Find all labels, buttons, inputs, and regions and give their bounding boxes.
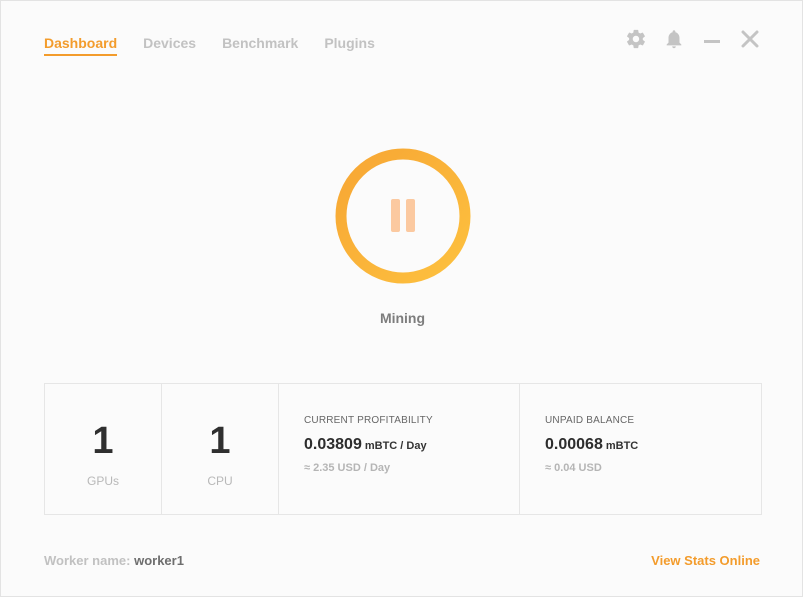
minimize-icon <box>704 40 720 43</box>
profitability-fiat: ≈ 2.35 USD / Day <box>304 462 391 474</box>
mining-status-label: Mining <box>379 310 426 326</box>
cpu-count: 1 <box>209 420 231 462</box>
profitability-unit: mBTC / Day <box>364 440 427 452</box>
worker-name-label: Worker name: <box>44 553 131 568</box>
worker-name-value: worker1 <box>134 553 184 568</box>
mining-ring <box>335 148 471 284</box>
profitability-heading: CURRENT PROFITABILITY <box>304 415 433 426</box>
balance-fiat: ≈ 0.04 USD <box>545 462 602 474</box>
minimize-button[interactable] <box>700 27 724 51</box>
tab-benchmark[interactable]: Benchmark <box>222 35 298 56</box>
window-controls <box>624 27 762 51</box>
cpu-count-card: 1 CPU <box>162 384 279 514</box>
view-stats-online-link[interactable]: View Stats Online <box>651 553 760 568</box>
cpu-label: CPU <box>207 474 233 488</box>
bell-icon <box>666 30 682 49</box>
stats-panel: 1 GPUs 1 CPU CURRENT PROFITABILITY 0.038… <box>44 383 762 515</box>
profitability-value: 0.03809 <box>304 436 362 453</box>
balance-value-row: 0.00068 mBTC <box>545 436 761 454</box>
gpu-count: 1 <box>92 420 114 462</box>
tab-plugins[interactable]: Plugins <box>324 35 375 56</box>
gpu-label: GPUs <box>86 474 119 488</box>
close-icon <box>741 30 759 48</box>
app-window: Dashboard Devices Benchmark Plugins Mini… <box>0 0 803 597</box>
profitability-value-row: 0.03809 mBTC / Day <box>304 436 519 454</box>
mining-toggle-button[interactable] <box>333 146 473 286</box>
profitability-card: CURRENT PROFITABILITY 0.03809 mBTC / Day … <box>279 384 520 514</box>
worker-name: Worker name: worker1 <box>44 553 184 568</box>
settings-button[interactable] <box>624 27 648 51</box>
balance-value: 0.00068 <box>545 436 603 453</box>
close-button[interactable] <box>738 27 762 51</box>
tab-devices[interactable]: Devices <box>143 35 196 56</box>
tab-dashboard[interactable]: Dashboard <box>44 35 118 56</box>
gpu-count-card: 1 GPUs <box>45 384 162 514</box>
balance-unit: mBTC <box>605 440 639 452</box>
balance-heading: UNPAID BALANCE <box>545 415 635 426</box>
notifications-button[interactable] <box>662 27 686 51</box>
balance-card: UNPAID BALANCE 0.00068 mBTC ≈ 0.04 USD <box>520 384 761 514</box>
gear-icon <box>627 29 645 49</box>
main-nav: Dashboard Devices Benchmark Plugins <box>44 35 375 56</box>
